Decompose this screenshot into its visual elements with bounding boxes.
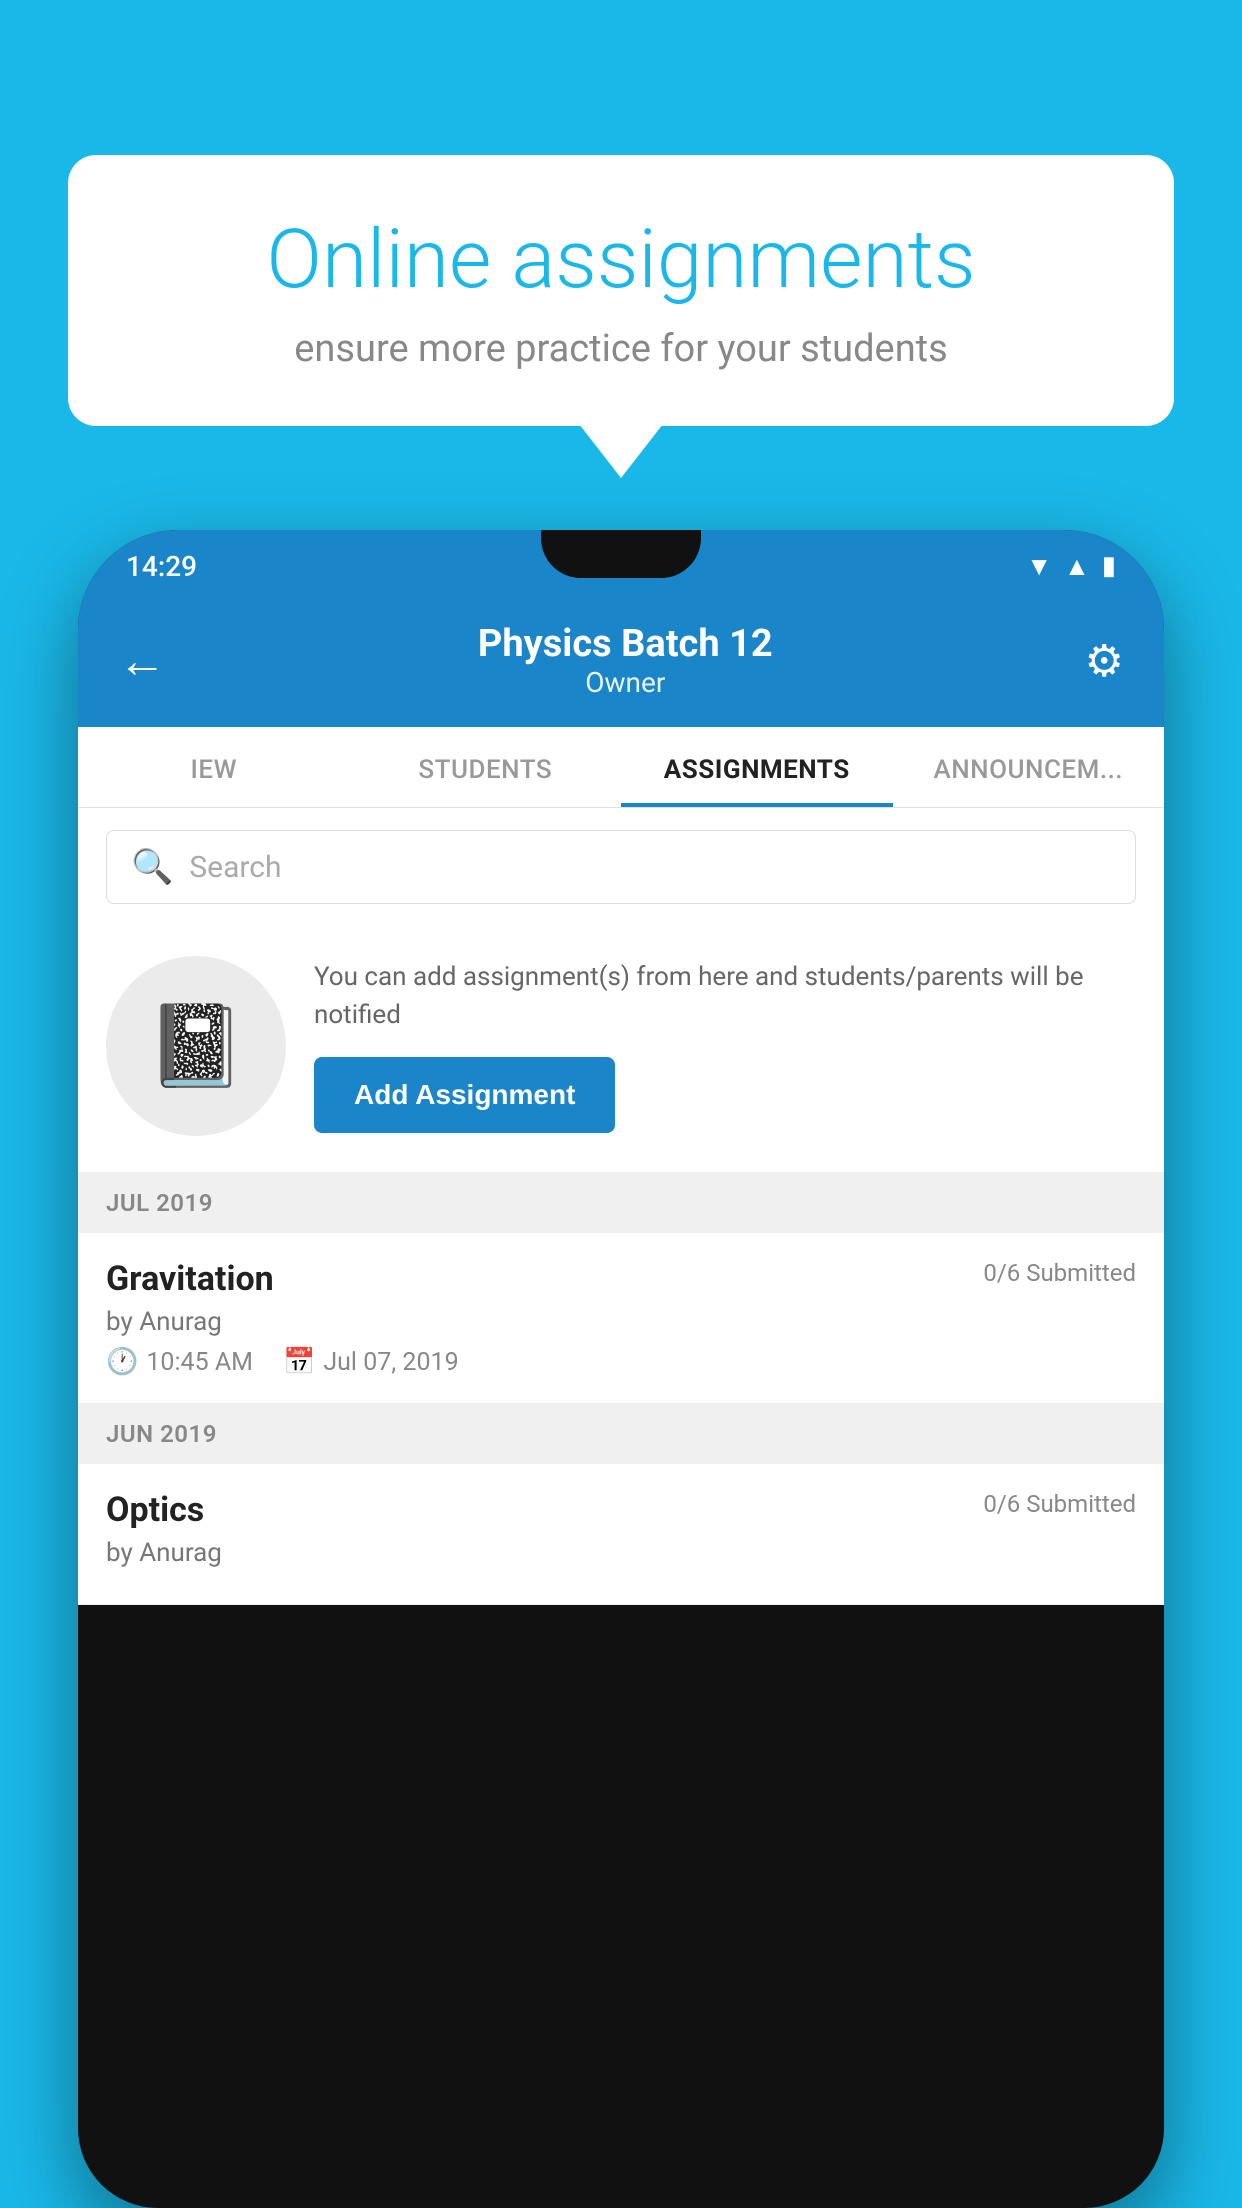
assignment-author-gravitation: by Anurag	[106, 1307, 1136, 1337]
speech-bubble-subtitle: ensure more practice for your students	[128, 327, 1114, 371]
assignment-time-gravitation: 🕐 10:45 AM	[106, 1347, 253, 1377]
search-placeholder: Search	[189, 850, 281, 885]
assignment-submitted-gravitation: 0/6 Submitted	[983, 1259, 1136, 1287]
header-subtitle: Owner	[478, 666, 773, 699]
signal-icon: ▲	[1064, 551, 1090, 582]
header-title: Physics Batch 12	[478, 622, 773, 666]
settings-icon[interactable]: ⚙	[1085, 635, 1124, 687]
add-assignment-promo: 📓 You can add assignment(s) from here an…	[78, 926, 1164, 1173]
search-icon: 🔍	[131, 847, 173, 887]
tab-iew[interactable]: IEW	[78, 727, 350, 807]
assignment-item-optics[interactable]: Optics 0/6 Submitted by Anurag	[78, 1464, 1164, 1605]
assignment-title-gravitation: Gravitation	[106, 1259, 274, 1299]
month-divider-jun: JUN 2019	[78, 1404, 1164, 1464]
speech-bubble-title: Online assignments	[128, 215, 1114, 305]
tabs-bar: IEW STUDENTS ASSIGNMENTS ANNOUNCEM...	[78, 727, 1164, 808]
search-bar[interactable]: 🔍 Search	[106, 830, 1136, 904]
tab-assignments[interactable]: ASSIGNMENTS	[621, 727, 893, 807]
promo-description: You can add assignment(s) from here and …	[314, 959, 1136, 1034]
speech-bubble: Online assignments ensure more practice …	[68, 155, 1174, 426]
promo-icon-circle: 📓	[106, 956, 286, 1136]
speech-bubble-container: Online assignments ensure more practice …	[68, 155, 1174, 426]
tab-students[interactable]: STUDENTS	[350, 727, 622, 807]
assignment-row-top: Gravitation 0/6 Submitted	[106, 1259, 1136, 1299]
phone-frame: 14:29 ▼ ▲ ▮ ← Physics Batch 12 Owner ⚙ I…	[78, 530, 1164, 2208]
back-button[interactable]: ←	[118, 632, 166, 689]
wifi-icon: ▼	[1026, 551, 1052, 582]
battery-icon: ▮	[1102, 551, 1116, 581]
add-assignment-button[interactable]: Add Assignment	[314, 1057, 615, 1133]
status-bar: 14:29 ▼ ▲ ▮	[78, 530, 1164, 602]
assignment-item-gravitation[interactable]: Gravitation 0/6 Submitted by Anurag 🕐 10…	[78, 1233, 1164, 1404]
assignment-author-optics: by Anurag	[106, 1538, 1136, 1568]
app-header: ← Physics Batch 12 Owner ⚙	[78, 602, 1164, 727]
assignment-row-top-optics: Optics 0/6 Submitted	[106, 1490, 1136, 1530]
phone-notch	[541, 530, 701, 578]
assignment-date-gravitation: 📅 Jul 07, 2019	[283, 1347, 459, 1377]
phone-content: 🔍 Search 📓 You can add assignment(s) fro…	[78, 808, 1164, 1605]
status-icons: ▼ ▲ ▮	[1026, 551, 1116, 582]
assignment-title-optics: Optics	[106, 1490, 204, 1530]
notebook-icon: 📓	[146, 999, 246, 1093]
assignment-submitted-optics: 0/6 Submitted	[983, 1490, 1136, 1518]
header-title-group: Physics Batch 12 Owner	[478, 622, 773, 699]
status-time: 14:29	[126, 550, 197, 583]
promo-text-area: You can add assignment(s) from here and …	[314, 959, 1136, 1132]
assignment-meta-gravitation: 🕐 10:45 AM 📅 Jul 07, 2019	[106, 1347, 1136, 1377]
calendar-icon: 📅	[283, 1347, 315, 1377]
month-divider-jul: JUL 2019	[78, 1173, 1164, 1233]
search-bar-wrapper: 🔍 Search	[78, 808, 1164, 926]
clock-icon: 🕐	[106, 1347, 138, 1377]
tab-announcements[interactable]: ANNOUNCEM...	[893, 727, 1165, 807]
